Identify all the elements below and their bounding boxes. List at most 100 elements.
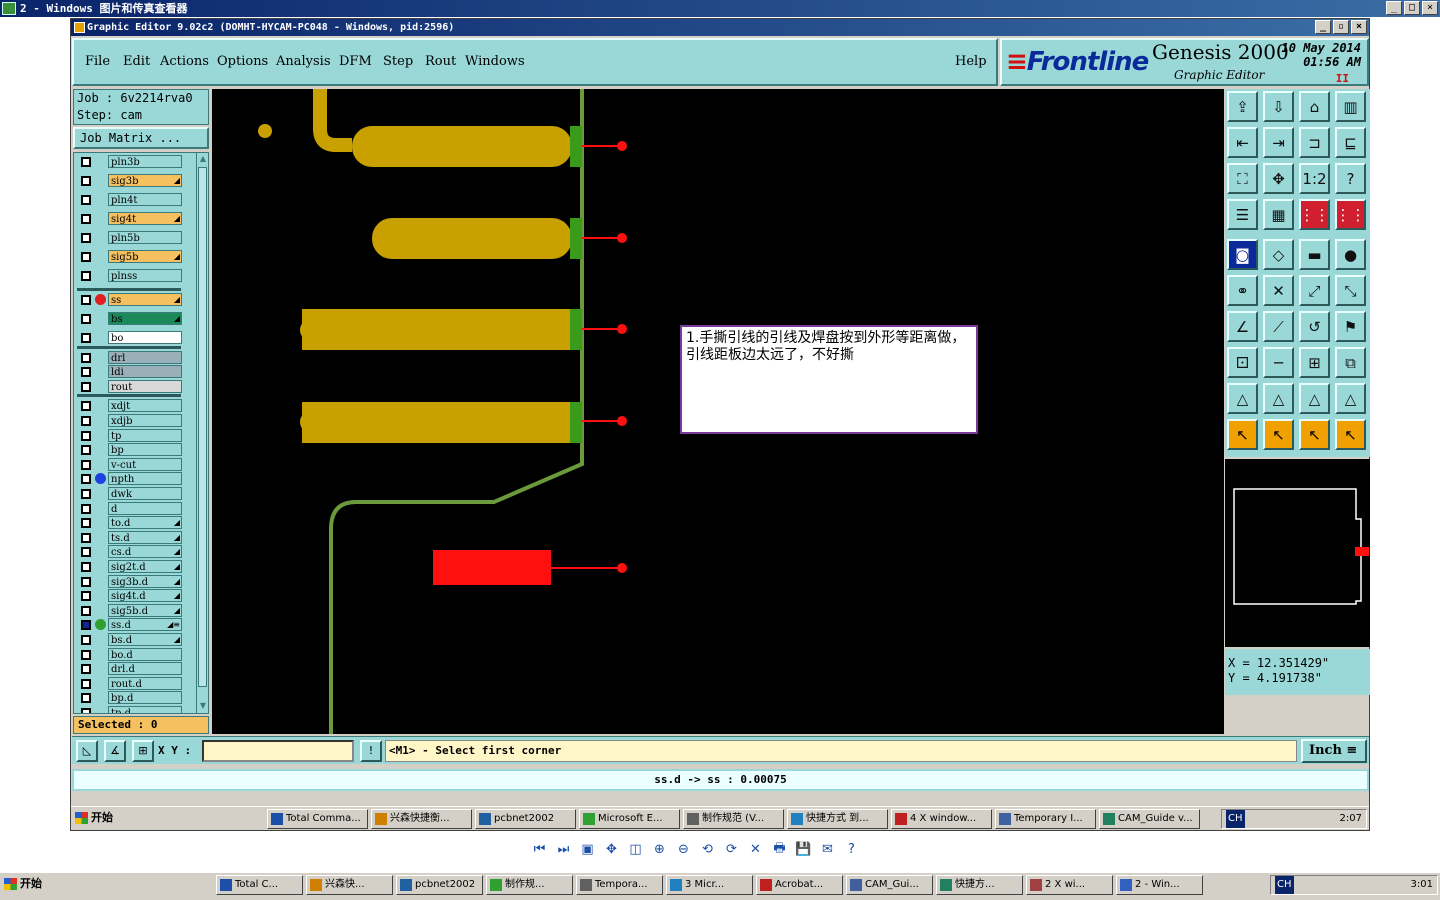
- zoom-out-icon[interactable]: ⊖: [674, 840, 693, 859]
- language-indicator[interactable]: CH: [1226, 810, 1245, 828]
- layer-row[interactable]: rout: [76, 379, 184, 393]
- layer-row[interactable]: pln5b: [76, 231, 184, 244]
- layer-name[interactable]: drl.d: [108, 662, 182, 676]
- connect-icon[interactable]: ⚭: [1227, 275, 1258, 306]
- layer-name[interactable]: xdjt: [108, 399, 182, 413]
- pad-icon[interactable]: ●: [1335, 239, 1366, 270]
- maximize-button[interactable]: □: [1404, 1, 1420, 15]
- layer-name[interactable]: sig4t.d: [108, 589, 182, 603]
- help-icon[interactable]: ?: [842, 840, 861, 859]
- menu-options[interactable]: Options: [217, 54, 268, 69]
- layer-checkbox[interactable]: [81, 635, 91, 645]
- layer-checkbox[interactable]: [81, 474, 91, 485]
- graphic-canvas[interactable]: 1.手撕引线的引线及焊盘按到外形等距离做，引线距板边太远了，不好撕: [212, 89, 1224, 734]
- layer-checkbox[interactable]: [81, 532, 91, 543]
- ruler-icon[interactable]: ▬: [1299, 239, 1330, 270]
- taskbar-button[interactable]: pcbnet2002: [475, 809, 576, 829]
- layer-row[interactable]: cs.d ◢: [76, 545, 184, 559]
- layer-checkbox[interactable]: [81, 367, 91, 378]
- tri-d-icon[interactable]: △: [1335, 383, 1366, 414]
- scroll-down-icon[interactable]: ▼: [198, 701, 208, 711]
- fit-icon[interactable]: ⛶: [1227, 163, 1258, 194]
- layer-row[interactable]: rout.d: [76, 676, 184, 690]
- overview-map[interactable]: [1225, 459, 1370, 647]
- layer-row[interactable]: sig5b.d ◢: [76, 603, 184, 617]
- layer-row[interactable]: bo: [76, 331, 184, 344]
- layer-name[interactable]: plnss: [108, 269, 182, 282]
- taskbar-button[interactable]: Temporary I...: [995, 809, 1096, 829]
- net-a-icon[interactable]: ⋮⋮: [1299, 199, 1330, 230]
- scale-icon[interactable]: 1:2: [1299, 163, 1330, 194]
- layer-row[interactable]: bp.d: [76, 691, 184, 705]
- layer-row[interactable]: ss ◢: [76, 293, 184, 306]
- menu-actions[interactable]: Actions: [160, 54, 209, 69]
- rotate-left-icon[interactable]: ⟲: [698, 840, 717, 859]
- layer-checkbox[interactable]: [81, 562, 91, 572]
- layer-name[interactable]: sig5b.d: [108, 603, 182, 617]
- start-button[interactable]: 开始: [2, 875, 46, 895]
- layer-row[interactable]: bs ◢: [76, 312, 184, 325]
- layout-icon[interactable]: ▥: [1335, 91, 1366, 122]
- layer-name[interactable]: bo.d: [108, 647, 182, 661]
- layer-checkbox[interactable]: [81, 605, 91, 616]
- help-icon[interactable]: ?: [1335, 163, 1366, 194]
- menu-file[interactable]: File: [85, 54, 110, 69]
- units-select[interactable]: Inch ≡: [1301, 739, 1367, 763]
- flip-icon[interactable]: ⚑: [1335, 311, 1366, 342]
- layer-row[interactable]: d: [76, 501, 184, 515]
- layer-name[interactable]: rout: [108, 379, 182, 393]
- scroll-thumb[interactable]: [198, 167, 207, 687]
- layer-row[interactable]: tp: [76, 428, 184, 442]
- taskbar-button[interactable]: 2 - Win...: [1116, 875, 1203, 895]
- layer-checkbox[interactable]: [81, 620, 91, 631]
- layer-name[interactable]: drl: [108, 350, 182, 364]
- layer-checkbox[interactable]: [81, 445, 91, 456]
- layer-name[interactable]: bo: [108, 331, 182, 344]
- layer-name[interactable]: xdjb: [108, 414, 182, 427]
- layer-checkbox[interactable]: [81, 333, 91, 343]
- layer-name[interactable]: sig2t.d: [108, 560, 182, 573]
- tri-b-icon[interactable]: △: [1263, 383, 1294, 414]
- layer-name[interactable]: d: [108, 501, 182, 515]
- layer-name[interactable]: npth: [108, 472, 182, 486]
- start-button[interactable]: 开始: [73, 809, 113, 829]
- layer-name[interactable]: bp: [108, 443, 182, 457]
- taskbar-button[interactable]: 制作规范 (V...: [683, 809, 784, 829]
- taskbar-button[interactable]: Total Comma...: [267, 809, 368, 829]
- move-icon[interactable]: ⤢: [1299, 275, 1330, 306]
- layer-name[interactable]: to.d: [108, 516, 182, 530]
- minimize-button[interactable]: _: [1386, 1, 1402, 15]
- save-icon[interactable]: 💾: [794, 840, 813, 859]
- angle-icon[interactable]: ∠: [1227, 311, 1258, 342]
- layer-row[interactable]: sig4t ◢: [76, 212, 184, 225]
- layer-name[interactable]: ss: [108, 293, 182, 306]
- layer-row[interactable]: pln4t: [76, 193, 184, 206]
- layer-checkbox[interactable]: [81, 547, 91, 558]
- layer-row[interactable]: npth: [76, 472, 184, 486]
- layer-checkbox[interactable]: [81, 430, 91, 441]
- measure-icon[interactable]: ∡: [104, 740, 126, 762]
- grid-icon[interactable]: ▦: [1263, 199, 1294, 230]
- layer-row[interactable]: drl.d: [76, 662, 184, 676]
- layer-name[interactable]: pln5b: [108, 231, 182, 244]
- layer-row[interactable]: v-cut: [76, 457, 184, 471]
- layer-checkbox[interactable]: [81, 489, 91, 499]
- open-icon[interactable]: ⇪: [1227, 91, 1258, 122]
- menu-help[interactable]: Help: [955, 54, 987, 69]
- taskbar-button[interactable]: Total C...: [216, 875, 303, 895]
- taskbar-button[interactable]: Microsoft E...: [579, 809, 680, 829]
- layer-checkbox[interactable]: [81, 678, 91, 689]
- layer-name[interactable]: v-cut: [108, 457, 182, 471]
- group-icon[interactable]: ⧉: [1335, 347, 1366, 378]
- layer-row[interactable]: xdjt: [76, 399, 184, 413]
- select-all-icon[interactable]: ↖: [1335, 419, 1366, 450]
- net-b-icon[interactable]: ⋮⋮: [1335, 199, 1366, 230]
- taskbar-button[interactable]: 制作规...: [486, 875, 573, 895]
- layer-checkbox[interactable]: [81, 195, 91, 205]
- taskbar-button[interactable]: Tempora...: [576, 875, 663, 895]
- layer-name[interactable]: rout.d: [108, 676, 182, 690]
- taskbar-button[interactable]: 快捷方...: [936, 875, 1023, 895]
- copy-icon[interactable]: ⤡: [1335, 275, 1366, 306]
- edit-icon[interactable]: ✉: [818, 840, 837, 859]
- layer-row[interactable]: sig2t.d ◢: [76, 560, 184, 573]
